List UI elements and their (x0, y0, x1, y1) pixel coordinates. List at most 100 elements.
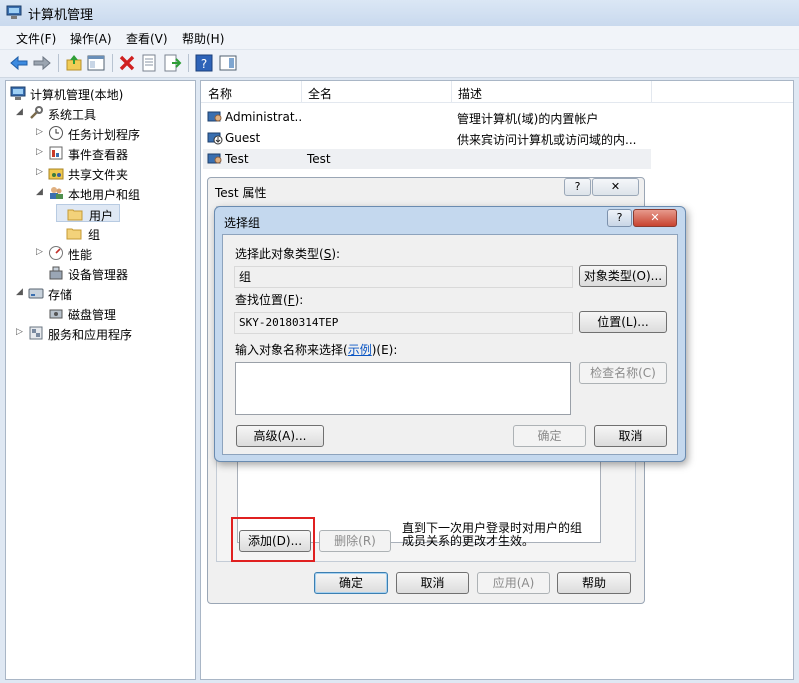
properties-close-button[interactable]: ✕ (592, 178, 639, 196)
collapsed-triangle-icon[interactable]: ▷ (36, 127, 46, 137)
row-name: Administrat... (225, 110, 303, 124)
location-field: SKY-20180314TEP (234, 312, 573, 334)
expanded-triangle-icon[interactable]: ◢ (16, 287, 26, 297)
users-group-icon (50, 187, 63, 199)
delete-icon[interactable] (117, 53, 137, 73)
menu-file[interactable]: 文件(F) (16, 30, 56, 47)
membership-note-line2: 成员关系的更改才生效。 (402, 534, 535, 548)
tree-item-users[interactable]: 用户 (56, 204, 120, 223)
forward-arrow-icon[interactable] (32, 53, 52, 73)
dialog-close-button[interactable]: ✕ (633, 209, 677, 227)
dialog-body: 选择此对象类型(S): 组 对象类型(O)... 查找位置(F): SKY-20… (222, 234, 678, 455)
svg-text:?: ? (201, 57, 207, 71)
disk-management-icon (49, 309, 63, 319)
tree-label: 任务计划程序 (68, 128, 141, 142)
column-header-fullname[interactable]: 全名 (308, 85, 332, 102)
dialog-cancel-button[interactable]: 取消 (594, 425, 667, 447)
location-label: 查找位置(F): (235, 293, 304, 307)
list-header: 名称 全名 描述 (201, 81, 793, 103)
tree-label: 设备管理器 (68, 268, 129, 282)
dialog-ok-button[interactable]: 确定 (513, 425, 586, 447)
system-tools-icon (30, 106, 43, 119)
console-tree: 计算机管理(本地) ◢ 系统工具 ▷ 任务计划程序 ▷ 事件查看器 ▷ 共享文件… (5, 80, 196, 680)
disabled-user-icon (207, 132, 223, 145)
computer-management-icon (6, 5, 22, 19)
user-icon (207, 153, 222, 164)
column-header-name[interactable]: 名称 (208, 85, 232, 102)
folder-icon (66, 228, 82, 240)
properties-cancel-button[interactable]: 取消 (396, 572, 469, 594)
user-icon (207, 111, 222, 122)
tree-label: 磁盘管理 (68, 308, 117, 322)
object-names-input[interactable] (235, 362, 571, 415)
check-names-button[interactable]: 检查名称(C) (579, 362, 667, 384)
computer-management-icon (10, 86, 26, 100)
tree-label: 计算机管理(本地) (30, 88, 124, 102)
shared-folder-icon (48, 168, 64, 180)
advanced-button[interactable]: 高级(A)... (236, 425, 324, 447)
tree-label: 共享文件夹 (68, 168, 129, 182)
column-header-description[interactable]: 描述 (458, 85, 482, 102)
menu-view[interactable]: 查看(V) (126, 30, 168, 47)
menu-help[interactable]: 帮助(H) (182, 30, 224, 47)
membership-note-line1: 直到下一次用户登录时对用户的组 (402, 521, 583, 535)
clock-icon (49, 126, 63, 140)
enter-object-names-label: 输入对象名称来选择(示例)(E): (235, 343, 398, 357)
properties-title: Test 属性 (215, 186, 267, 200)
performance-icon (49, 246, 63, 260)
collapsed-triangle-icon[interactable]: ▷ (16, 327, 26, 337)
properties-apply-button[interactable]: 应用(A) (477, 572, 550, 594)
storage-icon (28, 288, 44, 299)
toolbar: ? (0, 50, 799, 78)
console-tree-icon[interactable] (86, 53, 106, 73)
select-group-dialog: 选择组 ? ✕ 选择此对象类型(S): 组 对象类型(O)... 查找位置(F)… (214, 206, 686, 462)
properties-ok-button[interactable]: 确定 (314, 572, 388, 594)
locations-button[interactable]: 位置(L)... (579, 311, 667, 333)
collapsed-triangle-icon[interactable]: ▷ (36, 147, 46, 157)
dialog-title: 选择组 (224, 216, 261, 230)
dialog-help-button[interactable]: ? (607, 209, 632, 227)
panel-icon[interactable] (218, 53, 238, 73)
help-icon[interactable]: ? (194, 53, 214, 73)
menu-action[interactable]: 操作(A) (70, 30, 112, 47)
examples-link[interactable]: 示例 (348, 343, 372, 357)
properties-icon[interactable] (139, 53, 159, 73)
row-fullname: Test (307, 152, 331, 166)
tree-label: 组 (88, 228, 101, 242)
folder-icon (67, 209, 83, 221)
tree-label: 服务和应用程序 (48, 328, 133, 342)
window-title: 计算机管理 (28, 8, 94, 23)
device-manager-icon (49, 266, 63, 280)
properties-help-action-button[interactable]: 帮助 (557, 572, 631, 594)
highlight-box (231, 517, 315, 562)
collapsed-triangle-icon[interactable]: ▷ (36, 167, 46, 177)
tree-label: 本地用户和组 (68, 188, 141, 202)
object-type-label: 选择此对象类型(S): (235, 247, 341, 261)
object-type-field: 组 (234, 266, 573, 288)
event-viewer-icon (49, 146, 63, 160)
back-arrow-icon[interactable] (9, 53, 29, 73)
tree-label: 存储 (48, 288, 73, 302)
tree-label: 系统工具 (48, 108, 97, 122)
remove-button[interactable]: 删除(R) (319, 530, 391, 552)
menu-bar: 文件(F) 操作(A) 查看(V) 帮助(H) (0, 26, 799, 50)
collapsed-triangle-icon[interactable]: ▷ (36, 247, 46, 257)
table-row[interactable]: Test Test (203, 149, 651, 169)
row-description: 管理计算机(域)的内置帐户 (457, 112, 599, 126)
up-folder-icon[interactable] (64, 53, 84, 73)
services-icon (29, 326, 43, 340)
export-icon[interactable] (162, 53, 182, 73)
tree-label: 事件查看器 (68, 148, 129, 162)
table-row[interactable]: Guest 供来宾访问计算机或访问域的内... (203, 128, 651, 148)
row-name: Guest (225, 131, 261, 145)
row-name: Test (225, 152, 249, 166)
expanded-triangle-icon[interactable]: ◢ (16, 107, 26, 117)
table-row[interactable]: Administrat... 管理计算机(域)的内置帐户 (203, 107, 651, 127)
tree-label: 性能 (68, 248, 93, 262)
row-description: 供来宾访问计算机或访问域的内... (457, 133, 637, 147)
properties-help-button[interactable]: ? (564, 178, 591, 196)
object-types-button[interactable]: 对象类型(O)... (579, 265, 667, 287)
tree-label: 用户 (89, 209, 114, 223)
expanded-triangle-icon[interactable]: ◢ (36, 187, 46, 197)
window-titlebar: 计算机管理 (0, 0, 799, 26)
